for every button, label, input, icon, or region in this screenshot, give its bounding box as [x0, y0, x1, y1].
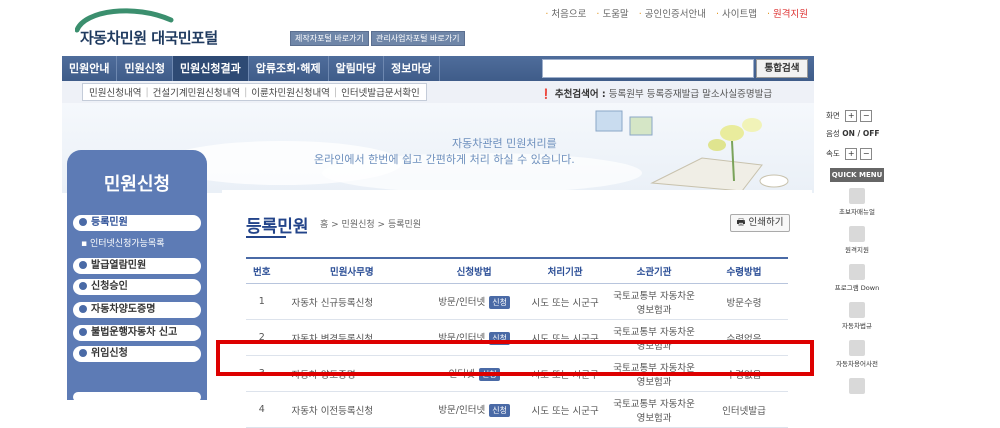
util-link-cert[interactable]: · 공인인증서안내 [639, 6, 706, 20]
cell-method: 방문/인터넷 신청 [426, 391, 523, 428]
left-menu-subitem[interactable]: ▪ 인터넷신청가능목록 [81, 236, 165, 249]
cell-dept: 국토교통부 자동차운영보험과 [608, 391, 700, 428]
bullet-icon [79, 328, 87, 336]
breadcrumb: 홈 > 민원신청 > 등록민원 [320, 220, 422, 230]
page-title: 등록민원 [246, 217, 309, 237]
recommend-terms[interactable]: 등록원부 등록증재발급 말소사실증명발급 [609, 89, 772, 100]
subnav-link-doc-check[interactable]: 인터넷발급문서확인 [341, 85, 420, 99]
bullet-icon [79, 261, 87, 269]
business-portal-link[interactable]: 관리사업자포털 바로가기 [371, 31, 465, 46]
nav-item-seizure[interactable]: 압류조회·해제 [249, 56, 329, 81]
speed-control: 속도 + − [826, 148, 873, 160]
col-header-name: 민원사무명 [277, 257, 427, 284]
main-nav: 민원안내 민원신청 민원신청결과 압류조회·해제 알림마당 정보마당 통합검색 [62, 56, 814, 81]
car-icon [849, 302, 865, 318]
cell-org: 시도 또는 시군구 [522, 391, 609, 428]
nav-item-guide[interactable]: 민원안내 [62, 56, 118, 81]
quick-menu-title: QUICK MENU [830, 168, 884, 182]
info-icon: ❗ [540, 89, 552, 100]
col-header-receive: 수령방법 [700, 257, 788, 284]
print-button[interactable]: 🖶 인쇄하기 [730, 214, 790, 232]
search-button[interactable]: 통합검색 [756, 59, 808, 78]
left-menu-title: 민원신청 [103, 174, 171, 195]
maker-portal-link[interactable]: 제작자포털 바로가기 [290, 31, 369, 46]
apply-button[interactable]: 신청 [489, 296, 510, 309]
document-icon [849, 378, 865, 394]
left-menu-item-transfer[interactable]: 자동차양도증명 [73, 302, 201, 318]
manual-icon [849, 188, 865, 204]
subnav-links: 민원신청내역 | 건설기계민원신청내역 | 이륜차민원신청내역 | 인터넷발급문서확인 [82, 83, 427, 101]
util-link-sitemap[interactable]: · 사이트맵 [716, 6, 757, 20]
breadcrumb-apply[interactable]: 민원신청 [342, 220, 375, 230]
nav-item-results[interactable]: 민원신청결과 [172, 56, 249, 81]
quick-item-dictionary[interactable]: 자동차용어사전 [830, 340, 884, 368]
site-logo[interactable]: 자동차민원 대국민포털 [80, 27, 218, 48]
breadcrumb-current: 등록민원 [387, 220, 422, 230]
nav-item-info[interactable]: 정보마당 [384, 56, 440, 81]
left-menu-item-report[interactable]: 불법운행자동차 신고 [73, 325, 201, 341]
zoom-out-button[interactable]: − [860, 110, 873, 122]
bullet-icon [79, 305, 87, 313]
subnav-link-apply-history[interactable]: 민원신청내역 [89, 85, 141, 99]
left-menu-item-issue[interactable]: 발급열람민원 [73, 258, 201, 274]
speed-down-button[interactable]: − [860, 148, 873, 160]
recommended-search: ❗ 추천검색어 : 등록원부 등록증재발급 말소사실증명발급 [540, 86, 772, 100]
bullet-icon [79, 282, 87, 290]
cell-name[interactable]: 자동차 신규등록신청 [277, 283, 427, 320]
tools-icon [849, 226, 865, 242]
cell-org: 시도 또는 시군구 [522, 283, 609, 320]
voice-toggle[interactable]: ON / OFF [842, 129, 879, 138]
breadcrumb-home[interactable]: 홈 [320, 220, 328, 230]
download-icon [849, 264, 865, 280]
col-header-org: 처리기관 [522, 257, 609, 284]
col-header-no: 번호 [246, 257, 278, 284]
left-menu: 민원신청 등록민원 ▪ 인터넷신청가능목록 발급열람민원 신청승인 자동차양도증… [67, 150, 207, 402]
recommend-label: 추천검색어 : [554, 89, 606, 100]
search-input[interactable] [542, 59, 754, 78]
util-link-home[interactable]: · 처음으로 [545, 6, 586, 20]
zoom-in-button[interactable]: + [845, 110, 858, 122]
col-header-dept: 소관기관 [608, 257, 700, 284]
cell-no: 4 [246, 391, 278, 428]
bullet-icon [79, 218, 87, 226]
speed-up-button[interactable]: + [845, 148, 858, 160]
quick-item-manual[interactable]: 초보자매뉴얼 [830, 188, 884, 216]
cell-method: 방문/인터넷 신청 [426, 283, 523, 320]
voice-control: 음성 ON / OFF [826, 129, 880, 138]
highlight-box [216, 340, 814, 376]
left-menu-bottom-box [73, 392, 201, 402]
util-link-remote[interactable]: · 원격지원 [767, 6, 808, 20]
printer-icon: 🖶 [736, 217, 746, 228]
nav-item-apply[interactable]: 민원신청 [117, 56, 173, 81]
banner-line-2: 온라인에서 한번에 쉽고 간편하게 처리 하실 수 있습니다. [314, 153, 575, 166]
zoom-control: 화면 + − [826, 110, 873, 122]
quick-item-law[interactable]: 자동차법규 [830, 302, 884, 330]
utility-links: · 처음으로 · 도움말 · 공인인증서안내 · 사이트맵 · 원격지원 [545, 6, 808, 20]
title-underline [246, 236, 286, 238]
banner-line-1: 자동차관련 민원처리를 [452, 137, 557, 150]
dictionary-icon [849, 340, 865, 356]
util-link-help[interactable]: · 도움말 [596, 6, 628, 20]
table-row: 4 자동차 이전등록신청 방문/인터넷 신청 시도 또는 시군구 국토교통부 자동… [246, 391, 788, 428]
cell-name[interactable]: 자동차 이전등록신청 [277, 391, 427, 428]
cell-receive: 인터넷발급 [700, 391, 788, 428]
col-header-method: 신청방법 [426, 257, 523, 284]
left-menu-item-registration[interactable]: 등록민원 [73, 215, 201, 231]
cell-no: 1 [246, 283, 278, 320]
quick-item-download[interactable]: 프로그램 Down [830, 264, 884, 292]
table-row: 1 자동차 신규등록신청 방문/인터넷 신청 시도 또는 시군구 국토교통부 자동… [246, 283, 788, 320]
apply-button[interactable]: 신청 [489, 404, 510, 417]
bullet-icon [79, 349, 87, 357]
left-menu-item-delegation[interactable]: 위임신청 [73, 346, 201, 362]
cell-dept: 국토교통부 자동차운영보험과 [608, 283, 700, 320]
subnav-link-motorcycle[interactable]: 이륜차민원신청내역 [251, 85, 330, 99]
nav-item-notice[interactable]: 알림마당 [329, 56, 385, 81]
cell-receive: 방문수령 [700, 283, 788, 320]
left-menu-item-approval[interactable]: 신청승인 [73, 279, 201, 295]
subnav-link-construction[interactable]: 건설기계민원신청내역 [153, 85, 240, 99]
quick-item-more[interactable] [830, 378, 884, 396]
quick-item-remote[interactable]: 원격지원 [830, 226, 884, 254]
sub-nav: 민원신청내역 | 건설기계민원신청내역 | 이륜차민원신청내역 | 인터넷발급문서확인… [62, 81, 814, 104]
